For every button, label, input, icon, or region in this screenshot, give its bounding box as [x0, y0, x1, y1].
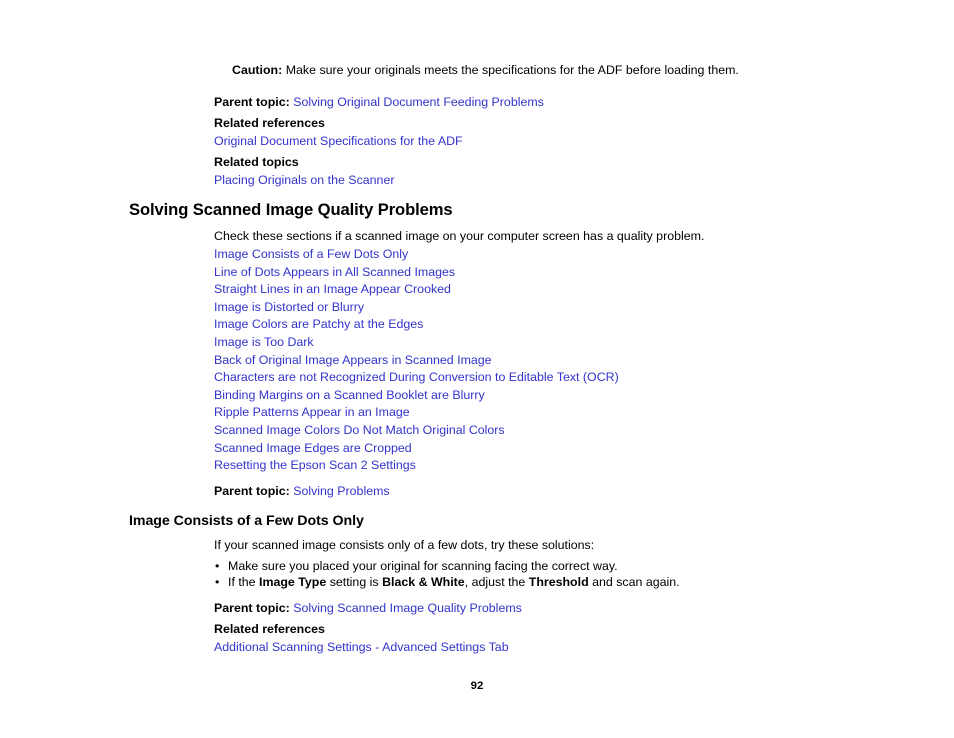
topic-link[interactable]: Characters are not Recognized During Con… — [214, 369, 619, 387]
caution-text: Caution: Make sure your originals meets … — [214, 62, 914, 78]
section-intro-text: Check these sections if a scanned image … — [214, 229, 705, 243]
parent-topic-row-3: Parent topic: Solving Scanned Image Qual… — [214, 600, 914, 618]
topic-link[interactable]: Binding Margins on a Scanned Booklet are… — [214, 387, 619, 405]
subsection-title-text: Image Consists of a Few Dots Only — [129, 513, 364, 529]
parent-topic-link-1[interactable]: Solving Original Document Feeding Proble… — [293, 95, 544, 109]
bullet-text: and scan again. — [588, 575, 680, 589]
solution-bullet: • If the Image Type setting is Black & Wh… — [214, 574, 914, 590]
related-topic-link-1[interactable]: Placing Originals on the Scanner — [214, 172, 914, 190]
related-references-heading-1: Related references — [214, 115, 914, 131]
related-references-label-1: Related references — [214, 116, 325, 130]
bullet-emphasis: Image Type — [259, 575, 327, 589]
caution-body: Make sure your originals meets the speci… — [285, 63, 739, 77]
bullet-text: , adjust the — [464, 575, 529, 589]
subsection-intro: If your scanned image consists only of a… — [214, 537, 914, 553]
related-topics-list-1: Placing Originals on the Scanner — [214, 172, 914, 190]
related-topics-label-1: Related topics — [214, 155, 299, 169]
topic-link[interactable]: Straight Lines in an Image Appear Crooke… — [214, 281, 619, 299]
parent-topic-label-1: Parent topic: — [214, 95, 290, 109]
related-references-list-2: Additional Scanning Settings - Advanced … — [214, 639, 914, 657]
topic-link[interactable]: Scanned Image Edges are Cropped — [214, 440, 619, 458]
topic-link[interactable]: Image is Distorted or Blurry — [214, 299, 619, 317]
parent-topic-label-3: Parent topic: — [214, 601, 290, 615]
bullet-emphasis: Threshold — [528, 575, 589, 589]
section-heading: Solving Scanned Image Quality Problems — [129, 200, 919, 220]
bullet-text: setting is — [326, 575, 383, 589]
section-intro: Check these sections if a scanned image … — [214, 228, 914, 244]
topic-link[interactable]: Image Consists of a Few Dots Only — [214, 246, 619, 264]
related-references-list-1: Original Document Specifications for the… — [214, 133, 914, 151]
caution-label: Caution: — [232, 63, 283, 77]
topic-link[interactable]: Image Colors are Patchy at the Edges — [214, 316, 619, 334]
document-page: Caution: Make sure your originals meets … — [0, 0, 954, 738]
caution-note: Caution: Make sure your originals meets … — [214, 62, 914, 78]
solution-bullet-list: • Make sure you placed your original for … — [214, 558, 914, 590]
subsection-intro-text: If your scanned image consists only of a… — [214, 538, 595, 552]
topic-link[interactable]: Resetting the Epson Scan 2 Settings — [214, 457, 619, 475]
related-references-heading-2: Related references — [214, 621, 914, 637]
solution-bullet: • Make sure you placed your original for … — [214, 558, 914, 574]
parent-topic-link-3[interactable]: Solving Scanned Image Quality Problems — [293, 601, 522, 615]
bullet-emphasis: Black & White — [382, 575, 465, 589]
topic-link[interactable]: Image is Too Dark — [214, 334, 619, 352]
parent-topic-row-2: Parent topic: Solving Problems — [214, 483, 914, 501]
topic-link-list: Image Consists of a Few Dots Only Line of… — [214, 246, 619, 475]
related-reference-link-2[interactable]: Additional Scanning Settings - Advanced … — [214, 639, 914, 657]
topic-link[interactable]: Scanned Image Colors Do Not Match Origin… — [214, 422, 619, 440]
parent-topic-row-1: Parent topic: Solving Original Document … — [214, 94, 914, 112]
topic-link[interactable]: Line of Dots Appears in All Scanned Imag… — [214, 264, 619, 282]
parent-topic-label-2: Parent topic: — [214, 484, 290, 498]
parent-topic-link-2[interactable]: Solving Problems — [293, 484, 389, 498]
subsection-heading: Image Consists of a Few Dots Only — [129, 512, 919, 530]
related-reference-link-1[interactable]: Original Document Specifications for the… — [214, 133, 914, 151]
related-references-label-2: Related references — [214, 622, 325, 636]
bullet-text: Make sure you placed your original for s… — [228, 559, 618, 573]
topic-link[interactable]: Back of Original Image Appears in Scanne… — [214, 352, 619, 370]
bullet-marker-icon: • — [215, 575, 220, 589]
bullet-text: If the — [228, 575, 259, 589]
page-number: 92 — [470, 680, 484, 692]
related-topics-heading-1: Related topics — [214, 154, 914, 170]
topic-link[interactable]: Ripple Patterns Appear in an Image — [214, 404, 619, 422]
section-title-text: Solving Scanned Image Quality Problems — [129, 200, 453, 219]
bullet-marker-icon: • — [215, 559, 220, 573]
